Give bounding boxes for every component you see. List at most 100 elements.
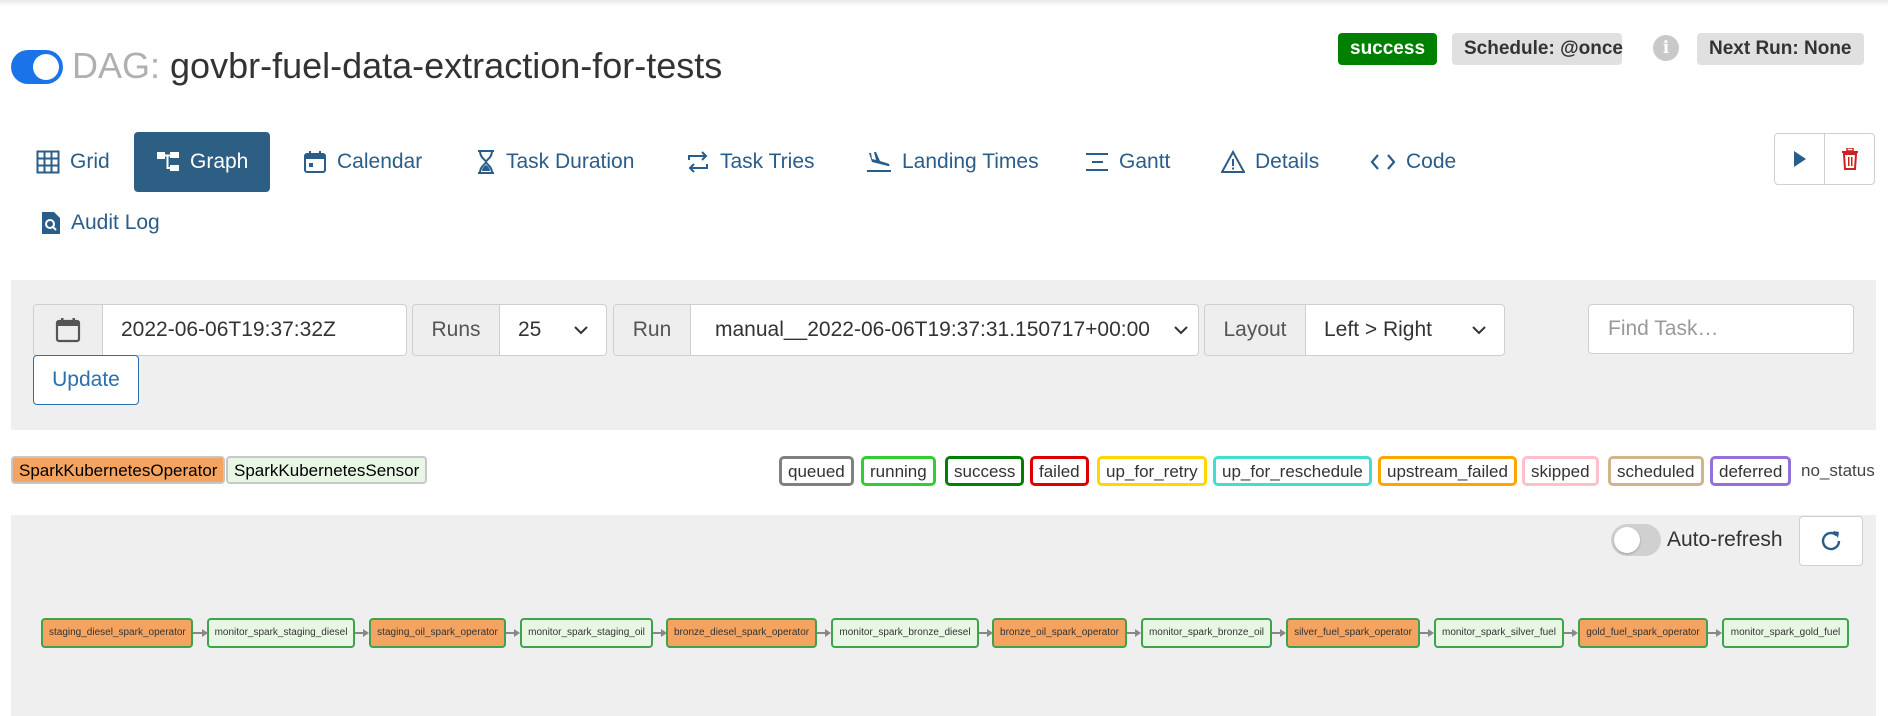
grid-icon [36,150,60,174]
task-node-gold-fuel-spark-operator[interactable]: gold_fuel_spark_operator [1578,618,1708,648]
tab-task-duration-label: Task Duration [506,150,635,173]
date-picker-button[interactable] [34,305,103,355]
chevron-down-icon [1472,326,1486,335]
legend-spark-kubernetes-sensor: SparkKubernetesSensor [226,456,428,484]
state-success: success [945,456,1025,486]
task-node-staging-diesel-spark-operator[interactable]: staging_diesel_spark_operator [41,618,193,648]
tab-audit-log-label: Audit Log [71,211,160,234]
edge-arrow [1708,629,1722,637]
tab-graph[interactable]: Graph [134,132,271,192]
state-queued: queued [779,456,854,486]
refresh-button[interactable] [1799,516,1863,566]
edge-arrow [1420,629,1434,637]
run-value: manual__2022-06-06T19:37:31.150717+00:00 [715,318,1150,341]
toggle-knob [33,54,59,80]
tab-grid[interactable]: Grid [36,132,110,192]
run-label: Run [614,305,691,355]
top-shadow [0,0,1888,6]
edge-arrow [653,629,667,637]
task-node-bronze-diesel-spark-operator[interactable]: bronze_diesel_spark_operator [666,618,817,648]
auto-refresh-label: Auto-refresh [1667,528,1783,551]
run-group: Run manual__2022-06-06T19:37:31.150717+0… [613,304,1199,356]
edge-arrow [979,629,993,637]
task-node-monitor-spark-bronze-oil[interactable]: monitor_spark_bronze_oil [1141,618,1272,648]
tab-audit-log[interactable]: Audit Log [41,193,160,253]
layout-value: Left > Right [1324,318,1432,341]
auto-refresh-toggle[interactable] [1611,524,1661,556]
task-node-monitor-spark-staging-diesel[interactable]: monitor_spark_staging_diesel [207,618,355,648]
toggle-knob [1614,527,1640,553]
dag-actions [1774,133,1875,185]
state-no-status: no_status [1801,461,1875,480]
layout-select[interactable]: Left > Right [1306,305,1504,355]
state-skipped: skipped [1522,456,1599,486]
calendar-icon [304,151,326,173]
trigger-dag-button[interactable] [1775,134,1824,184]
layout-label: Layout [1205,305,1306,355]
task-node-staging-oil-spark-operator[interactable]: staging_oil_spark_operator [369,618,506,648]
base-date-input[interactable]: 2022-06-06T19:37:32Z [103,305,406,355]
task-node-monitor-spark-gold-fuel[interactable]: monitor_spark_gold_fuel [1722,618,1849,648]
next-run-badge: Next Run: None [1697,33,1864,65]
runs-label: Runs [413,305,500,355]
runs-group: Runs 25 [412,304,607,356]
dag-id: govbr-fuel-data-extraction-for-tests [170,45,723,86]
tab-gantt-label: Gantt [1119,150,1171,173]
state-failed: failed [1030,456,1089,486]
tab-code[interactable]: Code [1370,132,1456,192]
find-task-input[interactable]: Find Task… [1588,304,1854,354]
schedule-badge: Schedule: @once [1452,33,1623,65]
edge-arrow [817,629,831,637]
tab-graph-label: Graph [190,150,249,173]
layout-group: Layout Left > Right [1204,304,1505,356]
retry-arrows-icon [688,151,708,173]
state-scheduled: scheduled [1608,456,1704,486]
chevron-down-icon [574,326,588,335]
tab-details-label: Details [1255,150,1320,173]
runs-select[interactable]: 25 [500,305,606,355]
edge-arrow [506,629,520,637]
edge-arrow [1127,629,1141,637]
task-node-monitor-spark-bronze-diesel[interactable]: monitor_spark_bronze_diesel [831,618,979,648]
state-running: running [861,456,936,486]
task-node-monitor-spark-staging-oil[interactable]: monitor_spark_staging_oil [520,618,653,648]
run-select[interactable]: manual__2022-06-06T19:37:31.150717+00:00 [691,305,1198,355]
plane-landing-icon [867,152,891,172]
tab-calendar[interactable]: Calendar [303,132,422,192]
status-badge: success [1338,33,1438,65]
refresh-icon [1821,531,1841,551]
task-node-bronze-oil-spark-operator[interactable]: bronze_oil_spark_operator [992,618,1127,648]
tab-code-label: Code [1406,150,1457,173]
delete-dag-button[interactable] [1824,134,1874,184]
state-up-for-retry: up_for_retry [1097,456,1207,486]
task-node-silver-fuel-spark-operator[interactable]: silver_fuel_spark_operator [1286,618,1420,648]
legend-spark-kubernetes-operator: SparkKubernetesOperator [11,456,226,484]
warning-triangle-icon [1221,150,1245,173]
page-title: DAG: govbr-fuel-data-extraction-for-test… [72,44,722,88]
graph-canvas[interactable] [11,515,1876,716]
tab-task-tries-label: Task Tries [720,150,815,173]
info-icon[interactable]: i [1653,35,1679,61]
trash-icon [1841,148,1858,170]
tab-details[interactable]: Details [1221,132,1319,192]
edge-arrow [1272,629,1286,637]
tab-landing-times[interactable]: Landing Times [866,132,1039,192]
edge-arrow [193,629,208,637]
state-deferred: deferred [1710,456,1792,486]
runs-value: 25 [518,318,542,341]
calendar-icon [55,318,81,343]
file-search-icon [42,212,60,234]
play-icon [1793,151,1806,167]
gantt-icon [1086,153,1108,171]
dag-pause-toggle[interactable] [11,50,63,84]
state-up-for-reschedule: up_for_reschedule [1213,456,1372,486]
update-button[interactable]: Update [33,355,139,405]
code-icon [1370,154,1396,170]
tab-task-tries[interactable]: Task Tries [686,132,815,192]
graph-icon [157,152,179,171]
base-date-group: 2022-06-06T19:37:32Z [33,304,407,356]
task-node-monitor-spark-silver-fuel[interactable]: monitor_spark_silver_fuel [1434,618,1564,648]
edge-arrow [1564,629,1578,637]
tab-gantt[interactable]: Gantt [1085,132,1170,192]
tab-task-duration[interactable]: Task Duration [476,132,634,192]
